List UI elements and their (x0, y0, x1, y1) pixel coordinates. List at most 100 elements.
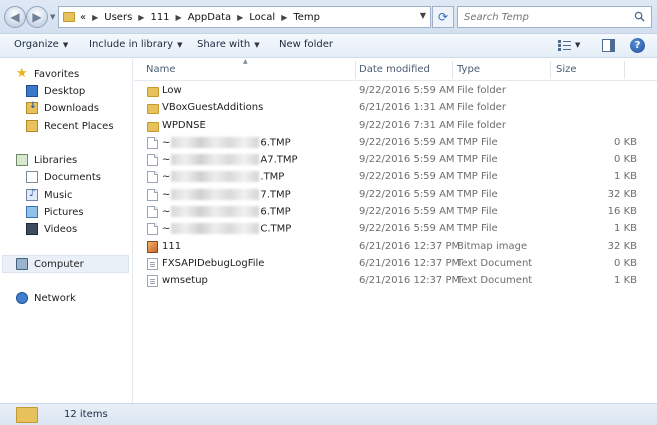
network-icon (16, 292, 28, 304)
file-date: 9/22/2016 5:59 AM (359, 171, 455, 182)
nav-favorites[interactable]: ★ Favorites (16, 66, 79, 81)
file-row[interactable]: FXSAPIDebugLogFile 6/21/2016 12:37 PM Te… (134, 256, 657, 273)
folder-icon (63, 12, 75, 22)
file-icon (147, 206, 158, 218)
star-icon: ★ (16, 66, 28, 81)
file-date: 6/21/2016 1:31 AM (359, 102, 455, 113)
breadcrumb-appdata[interactable]: AppData (188, 12, 231, 23)
file-row[interactable]: ~ .TMP 9/22/2016 5:59 AM TMP File 1 KB (134, 169, 657, 186)
nav-pictures-label: Pictures (44, 206, 84, 218)
share-with-button[interactable]: Share with ▼ (197, 39, 260, 50)
status-bar: 12 items (0, 403, 657, 425)
search-box[interactable] (457, 6, 652, 28)
nav-recent-places-label: Recent Places (44, 120, 114, 132)
column-divider[interactable] (452, 61, 453, 79)
file-size: 1 KB (614, 223, 637, 234)
nav-recent-places[interactable]: Recent Places (26, 120, 114, 132)
redacted-name (171, 206, 260, 217)
file-name: ~7.TMP (162, 189, 291, 201)
file-size: 1 KB (614, 275, 637, 286)
column-header-name[interactable]: Name (146, 64, 176, 75)
help-icon[interactable]: ? (630, 38, 645, 53)
search-icon[interactable] (634, 11, 645, 22)
breadcrumb-users[interactable]: Users (104, 12, 132, 23)
file-row[interactable]: ~7.TMP 9/22/2016 5:59 AM TMP File 32 KB (134, 187, 657, 204)
forward-button[interactable]: ▶ (26, 6, 48, 28)
chevron-right-icon[interactable]: ▶ (237, 13, 243, 22)
chevron-right-icon[interactable]: ▶ (138, 13, 144, 22)
file-size: 32 KB (607, 241, 637, 252)
file-type: TMP File (457, 206, 498, 217)
file-date: 9/22/2016 5:59 AM (359, 206, 455, 217)
address-dropdown-icon[interactable]: ▼ (420, 11, 426, 20)
column-divider[interactable] (355, 61, 356, 79)
column-divider[interactable] (550, 61, 551, 79)
file-date: 9/22/2016 5:59 AM (359, 85, 455, 96)
refresh-button[interactable]: ⟳ (432, 6, 454, 28)
nav-desktop[interactable]: Desktop (26, 85, 85, 97)
file-row[interactable]: ~ C.TMP 9/22/2016 5:59 AM TMP File 1 KB (134, 221, 657, 238)
column-header-size[interactable]: Size (556, 64, 577, 75)
file-name: ~ C.TMP (162, 223, 291, 235)
file-name: ~ A7.TMP (162, 154, 298, 166)
file-name: ~6.TMP (162, 206, 291, 218)
breadcrumb-local[interactable]: Local (249, 12, 275, 23)
nav-videos[interactable]: Videos (26, 223, 77, 235)
file-row[interactable]: Low 9/22/2016 5:59 AM File folder (134, 83, 657, 100)
file-name-prefix: ~ (162, 171, 171, 183)
redacted-name (171, 154, 260, 165)
file-name-prefix: ~ (162, 223, 171, 235)
include-in-library-label: Include in library (89, 39, 174, 50)
file-name-suffix: 7.TMP (260, 189, 291, 201)
nav-pictures[interactable]: Pictures (26, 206, 84, 218)
address-bar[interactable]: « ▶ Users ▶ 111 ▶ AppData ▶ Local ▶ Temp… (58, 6, 431, 28)
breadcrumb-111[interactable]: 111 (150, 12, 169, 23)
file-type: TMP File (457, 154, 498, 165)
nav-music[interactable]: Music (26, 188, 72, 201)
address-overflow[interactable]: « (80, 12, 86, 23)
videos-icon (26, 223, 38, 235)
column-divider[interactable] (624, 61, 625, 79)
view-options-dropdown-icon[interactable]: ▼ (575, 41, 580, 49)
nav-downloads[interactable]: Downloads (26, 101, 99, 114)
chevron-down-icon: ▼ (177, 41, 183, 49)
file-row[interactable]: ~6.TMP 9/22/2016 5:59 AM TMP File 16 KB (134, 204, 657, 221)
nav-documents[interactable]: Documents (26, 171, 101, 183)
file-type: Text Document (457, 258, 533, 269)
new-folder-button[interactable]: New folder (279, 39, 333, 50)
include-in-library-button[interactable]: Include in library ▼ (89, 39, 182, 50)
file-date: 9/22/2016 5:59 AM (359, 154, 455, 165)
file-row[interactable]: wmsetup 6/21/2016 12:37 PM Text Document… (134, 273, 657, 290)
file-name-prefix: ~ (162, 189, 171, 201)
column-header-date-modified[interactable]: Date modified (359, 64, 430, 75)
nav-computer[interactable]: Computer (16, 258, 84, 270)
nav-computer-label: Computer (34, 258, 84, 270)
chevron-right-icon[interactable]: ▶ (176, 13, 182, 22)
breadcrumb-temp[interactable]: Temp (293, 12, 320, 23)
search-input[interactable] (464, 11, 624, 23)
preview-pane-icon[interactable] (602, 39, 615, 52)
file-row[interactable]: WPDNSE 9/22/2016 7:31 AM File folder (134, 118, 657, 135)
file-row[interactable]: VBoxGuestAdditions 6/21/2016 1:31 AM Fil… (134, 100, 657, 117)
file-name-prefix: ~ (162, 137, 171, 149)
file-name: 111 (162, 241, 182, 252)
back-button[interactable]: ◀ (4, 6, 26, 28)
file-date: 6/21/2016 12:37 PM (359, 258, 461, 269)
recent-pages-dropdown-icon[interactable]: ▼ (50, 13, 55, 21)
file-row[interactable]: ~6.TMP 9/22/2016 5:59 AM TMP File 0 KB (134, 135, 657, 152)
nav-libraries[interactable]: Libraries (16, 154, 77, 166)
file-name: FXSAPIDebugLogFile (162, 258, 265, 269)
chevron-right-icon[interactable]: ▶ (92, 13, 98, 22)
chevron-right-icon[interactable]: ▶ (281, 13, 287, 22)
file-row[interactable]: 111 6/21/2016 12:37 PM Bitmap image 32 K… (134, 239, 657, 256)
change-view-icon[interactable] (558, 40, 571, 51)
file-type: TMP File (457, 137, 498, 148)
file-row[interactable]: ~ A7.TMP 9/22/2016 5:59 AM TMP File 0 KB (134, 152, 657, 169)
nav-network[interactable]: Network (16, 292, 76, 304)
file-size: 0 KB (614, 154, 637, 165)
folder-icon (16, 407, 38, 423)
folder-icon (147, 104, 159, 114)
organize-button[interactable]: Organize ▼ (14, 39, 68, 50)
file-icon (147, 189, 158, 201)
column-header-type[interactable]: Type (457, 64, 480, 75)
